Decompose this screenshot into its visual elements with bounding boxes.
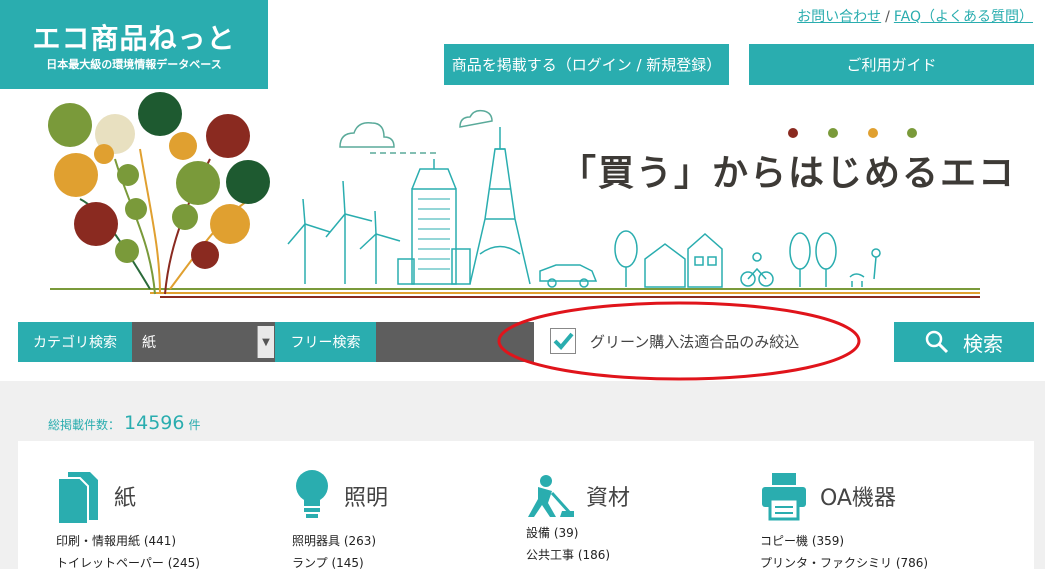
site-logo[interactable]: エコ商品ねっと 日本最大級の環境情報データベース [0, 0, 268, 89]
free-search-input[interactable] [376, 322, 534, 362]
link-separator: / [885, 9, 890, 25]
total-count: 総掲載件数： 14596 件 [48, 412, 200, 434]
category-lighting: 照明 照明器具 (263) ランプ (145) [292, 468, 388, 574]
category-materials: 資材 設備 (39) 公共工事 (186) [526, 468, 630, 566]
green-filter-checkbox[interactable] [550, 328, 576, 354]
category-search-label: カテゴリ検索 [18, 322, 132, 362]
paper-icon[interactable] [56, 468, 102, 524]
category-select[interactable]: 紙 ▼ [132, 322, 275, 362]
total-unit: 件 [188, 418, 201, 432]
category-title[interactable]: 照明 [344, 480, 388, 512]
logo-subtitle: 日本最大級の環境情報データベース [46, 58, 222, 71]
construction-icon[interactable] [526, 473, 574, 519]
category-title[interactable]: 紙 [114, 480, 136, 512]
top-links: お問い合わせ / FAQ（よくある質問） [797, 6, 1033, 26]
free-search-label: フリー検索 [275, 322, 376, 362]
contact-link[interactable]: お問い合わせ [797, 9, 881, 25]
checkmark-icon [553, 332, 574, 350]
printer-icon[interactable] [760, 471, 808, 521]
category-link[interactable]: 設備 (39) [526, 522, 630, 544]
category-link[interactable]: トイレットペーパー (245) [56, 552, 200, 574]
category-link[interactable]: 公共工事 (186) [526, 544, 630, 566]
logo-title: エコ商品ねっと [32, 22, 236, 55]
search-button[interactable]: 検索 [894, 322, 1034, 362]
category-link[interactable]: 印刷・情報用紙 (441) [56, 530, 200, 552]
category-select-value: 紙 [142, 335, 156, 351]
light-bulb-icon[interactable] [292, 468, 332, 524]
category-title[interactable]: 資材 [586, 480, 630, 512]
category-paper: 紙 印刷・情報用紙 (441) トイレットペーパー (245) [56, 468, 200, 574]
search-icon [925, 330, 949, 354]
login-register-button[interactable]: 商品を掲載する（ログイン / 新規登録） [444, 44, 729, 85]
category-link[interactable]: プリンタ・ファクシミリ (786) [760, 552, 928, 574]
category-title[interactable]: OA機器 [820, 480, 896, 512]
category-link[interactable]: 照明器具 (263) [292, 530, 388, 552]
faq-link[interactable]: FAQ（よくある質問） [894, 9, 1033, 25]
total-label: 総掲載件数： [48, 418, 121, 432]
user-guide-button[interactable]: ご利用ガイド [749, 44, 1034, 85]
total-number: 14596 [124, 412, 185, 434]
category-oa: OA機器 コピー機 (359) プリンタ・ファクシミリ (786) [760, 468, 928, 574]
chevron-down-icon[interactable]: ▼ [257, 326, 274, 358]
category-link[interactable]: コピー機 (359) [760, 530, 928, 552]
search-button-label: 検索 [963, 331, 1003, 356]
category-link[interactable]: ランプ (145) [292, 552, 388, 574]
banner-headline: 「買う」からはじめるエコ [560, 153, 1017, 194]
banner-illustration [48, 92, 980, 298]
green-filter-label[interactable]: グリーン購入法適合品のみ絞込 [590, 331, 799, 352]
hero-banner: 「買う」からはじめるエコ [0, 89, 1045, 311]
